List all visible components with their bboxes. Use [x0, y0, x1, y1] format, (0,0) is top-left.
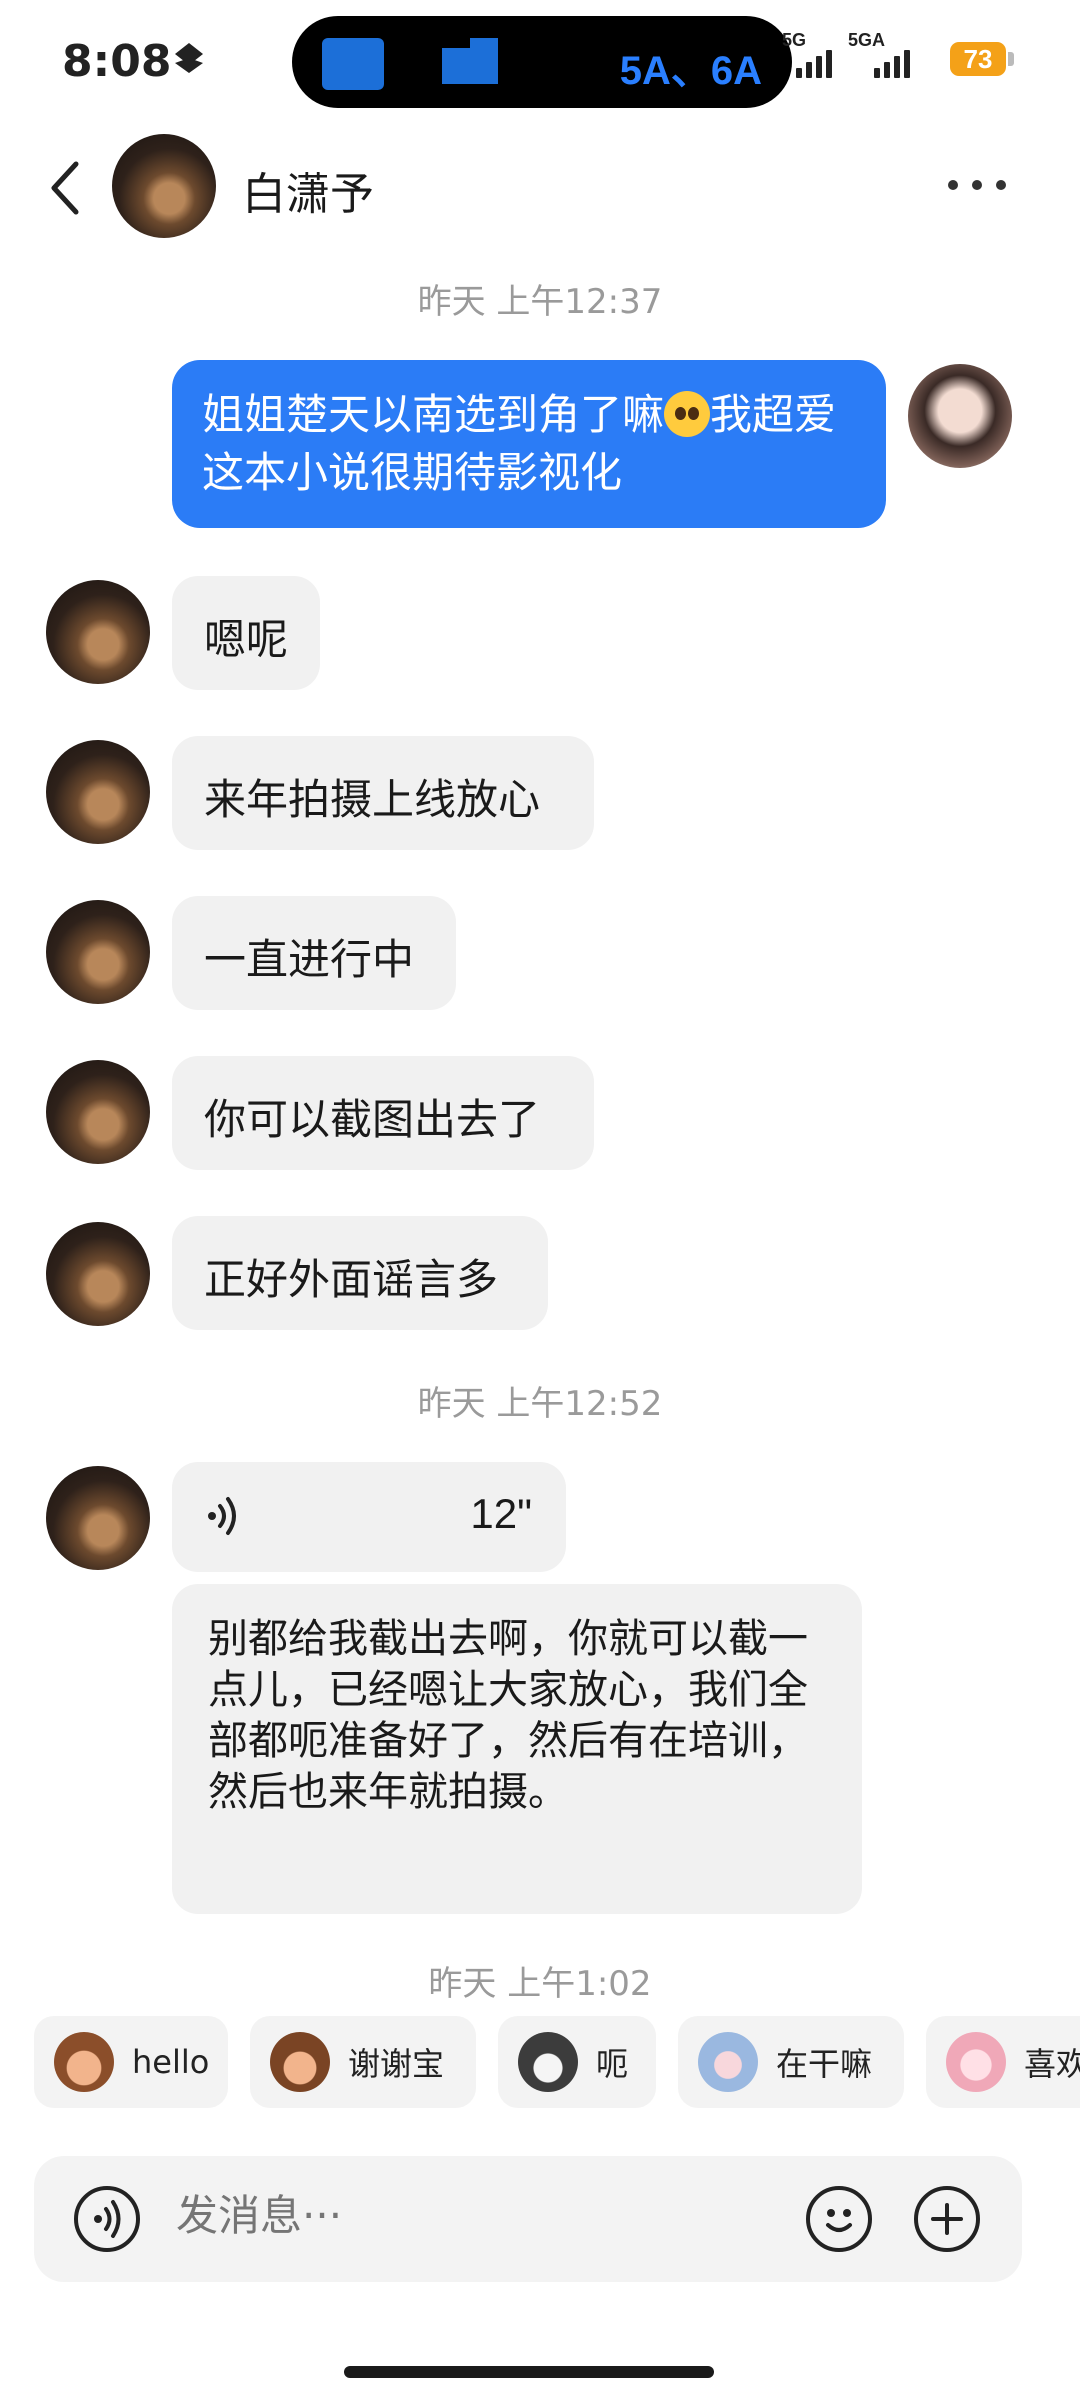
quick-reply-chip[interactable]: hello [34, 2016, 228, 2108]
quick-reply-bar: hello 谢谢宝 呃 在干嘛 喜欢 [34, 2016, 1080, 2108]
incoming-message-bubble[interactable]: 正好外面谣言多 [172, 1216, 548, 1330]
message-text: 来年拍摄上线放心 [204, 775, 541, 824]
app-thumbnail-icon [322, 38, 384, 90]
message-text: 嗯呢 [204, 615, 289, 664]
more-actions-button[interactable] [914, 2186, 980, 2252]
app-thumbnail-icon [470, 38, 498, 68]
cat-sticker-icon [518, 2032, 578, 2092]
smiley-icon [826, 2209, 852, 2232]
voice-wave-icon [94, 2200, 121, 2238]
incoming-message-bubble[interactable]: 来年拍摄上线放心 [172, 736, 594, 850]
contact-avatar[interactable] [112, 134, 216, 238]
island-status-text: 5A、6A [619, 49, 762, 93]
quick-reply-chip[interactable]: 在干嘛 [678, 2016, 904, 2108]
contact-avatar[interactable] [46, 1060, 150, 1164]
message-timestamp: 昨天 上午12:37 [417, 282, 663, 322]
voice-duration: 12" [470, 1490, 532, 1537]
home-indicator[interactable] [344, 2366, 714, 2378]
quick-reply-chip[interactable]: 喜欢 [926, 2016, 1080, 2108]
voice-input-button[interactable] [74, 2186, 140, 2252]
clock: 8:08 [62, 36, 172, 87]
incoming-message-bubble[interactable]: 你可以截图出去了 [172, 1056, 594, 1170]
quick-reply-label: hello [132, 2043, 210, 2081]
pleading-face-emoji-icon [664, 391, 711, 437]
contact-name[interactable]: 白潇予 [242, 158, 374, 222]
incoming-message-bubble[interactable]: 一直进行中 [172, 896, 456, 1010]
voice-wave-icon [208, 1497, 236, 1535]
emoji-button[interactable] [806, 2186, 872, 2252]
contact-avatar[interactable] [46, 1466, 150, 1570]
navigation-arrow-icon [175, 43, 203, 73]
message-text: 你可以截图出去了 [204, 1095, 541, 1144]
bird-sticker-icon [698, 2032, 758, 2092]
plus-icon [931, 2203, 963, 2235]
more-options-icon[interactable] [948, 180, 1006, 190]
battery-icon: 73 [950, 42, 1006, 76]
status-bar: 8:08 5A、6A 5G 5GA 73 [0, 0, 1080, 120]
contact-avatar[interactable] [46, 580, 150, 684]
outgoing-message-bubble[interactable]: 姐姐楚天以南选到角了嘛 我超爱这本小说很期待影视化 [172, 360, 886, 528]
quick-reply-label: 喜欢 [1024, 2045, 1080, 2083]
voice-message-bubble[interactable]: 12" [172, 1462, 566, 1572]
message-text: 姐姐楚天以南选到角了嘛 [202, 390, 665, 439]
incoming-message-bubble[interactable]: 嗯呢 [172, 576, 320, 690]
monkey-sticker-icon [54, 2032, 114, 2092]
message-timestamp: 昨天 上午1:02 [428, 1964, 652, 2004]
battery-tip [1008, 52, 1014, 66]
pig-sticker-icon [946, 2032, 1006, 2092]
contact-avatar[interactable] [46, 900, 150, 1004]
quick-reply-label: 呃 [596, 2045, 629, 2083]
transcript-text: 别都给我截出去啊，你就可以截一点儿，已经嗯让大家放心，我们全部都呃准备好了，然后… [208, 1616, 808, 1815]
message-input-bar [34, 2156, 1022, 2282]
voice-transcript-bubble[interactable]: 别都给我截出去啊，你就可以截一点儿，已经嗯让大家放心，我们全部都呃准备好了，然后… [172, 1584, 862, 1914]
my-avatar[interactable] [908, 364, 1012, 468]
message-text: 正好外面谣言多 [204, 1255, 499, 1304]
message-text: 一直进行中 [204, 935, 415, 984]
quick-reply-label: 谢谢宝 [348, 2045, 445, 2083]
message-timestamp: 昨天 上午12:52 [417, 1384, 663, 1424]
message-input[interactable] [174, 2190, 778, 2241]
back-arrow-icon[interactable] [50, 160, 80, 216]
quick-reply-chip[interactable]: 呃 [498, 2016, 656, 2108]
dynamic-island[interactable]: 5A、6A [292, 16, 792, 108]
quick-reply-chip[interactable]: 谢谢宝 [250, 2016, 476, 2108]
contact-avatar[interactable] [46, 1222, 150, 1326]
quick-reply-label: 在干嘛 [776, 2045, 873, 2083]
contact-avatar[interactable] [46, 740, 150, 844]
monkey-flower-sticker-icon [270, 2032, 330, 2092]
